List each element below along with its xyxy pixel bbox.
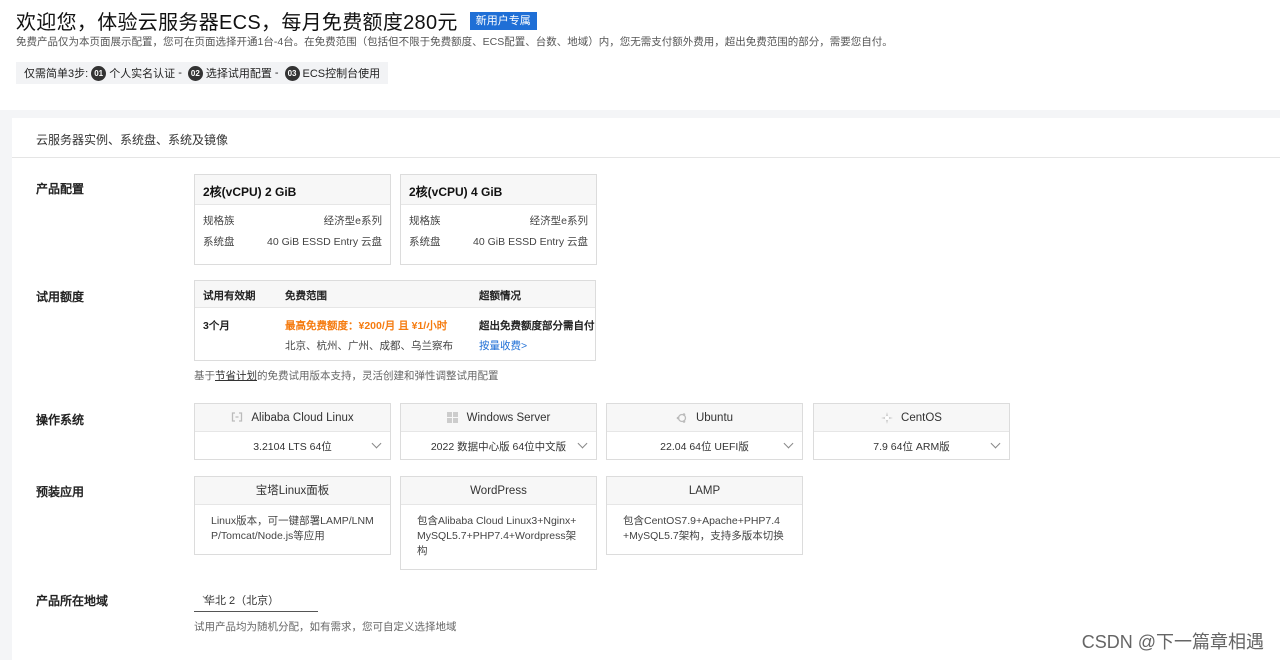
- column-header-overage: 超额情况: [479, 290, 521, 302]
- savings-plan-link[interactable]: 节省计划: [215, 370, 257, 382]
- app-description: 包含Alibaba Cloud Linux3+Nginx+MySQL5.7+PH…: [417, 515, 577, 557]
- new-user-badge: 新用户专属: [469, 11, 537, 30]
- os-name: Alibaba Cloud Linux: [251, 411, 354, 424]
- config-card[interactable]: 2核(vCPU) 2 GiB 规格族 经济型e系列 系统盘 40 GiB ESS…: [194, 174, 391, 265]
- os-version-select[interactable]: 7.9 64位 ARM版: [814, 432, 1009, 460]
- chevron-down-icon: [371, 438, 382, 449]
- spec-value: 经济型e系列: [529, 215, 588, 227]
- app-name: 宝塔Linux面板: [195, 477, 390, 505]
- spec-key: 规格族: [409, 215, 441, 227]
- disk-value: 40 GiB ESSD Entry 云盘: [473, 236, 588, 248]
- step-text: ECS控制台使用: [302, 68, 381, 80]
- windows-icon: [447, 411, 459, 424]
- os-option-windows-server[interactable]: Windows Server 2022 数据中心版 64位中文版: [400, 403, 597, 460]
- title-row: 欢迎您，体验云服务器ECS，每月免费额度280元 新用户专属: [16, 6, 537, 35]
- chevron-down-icon: [783, 438, 794, 449]
- quota-note-prefix: 基于: [194, 370, 215, 382]
- app-description: Linux版本，可一键部署LAMP/LNMP/Tomcat/Node.js等应用: [211, 515, 374, 542]
- step-number-badge: 01: [91, 65, 107, 81]
- app-option-lamp[interactable]: LAMP 包含CentOS7.9+Apache+PHP7.4+MySQL5.7架…: [606, 476, 803, 555]
- chevron-down-icon: [990, 438, 1001, 449]
- quota-label: 试用额度: [36, 290, 85, 304]
- step-separator: -: [274, 67, 279, 79]
- column-header-scope: 免费范围: [285, 290, 327, 302]
- disk-key: 系统盘: [203, 236, 235, 248]
- disk-row: 系统盘 40 GiB ESSD Entry 云盘: [195, 232, 390, 253]
- apps-label: 预装应用: [36, 485, 85, 499]
- os-option-ubuntu[interactable]: Ubuntu 22.04 64位 UEFI版: [606, 403, 803, 460]
- free-regions: 北京、杭州、广州、成都、乌兰察布: [285, 340, 453, 352]
- quota-table-header: 试用有效期 免费范围 超额情况: [195, 281, 595, 308]
- centos-icon: [881, 411, 894, 424]
- quota-note-suffix: 的免费试用版本支持，灵活创建和弹性调整试用配置: [257, 370, 499, 382]
- os-version-select[interactable]: 3.2104 LTS 64位: [195, 432, 390, 460]
- os-version: 22.04 64位 UEFI版: [660, 440, 749, 453]
- spec-row: 规格族 经济型e系列: [195, 211, 390, 232]
- app-description: 包含CentOS7.9+Apache+PHP7.4+MySQL5.7架构，支持多…: [623, 515, 784, 542]
- config-card-title: 2核(vCPU) 2 GiB: [195, 175, 390, 205]
- free-description: 免费产品仅为本页面展示配置，您可在页面选择开通1台-4台。在免费范围（包括但不限…: [16, 36, 893, 48]
- disk-row: 系统盘 40 GiB ESSD Entry 云盘: [401, 232, 596, 253]
- os-version: 2022 数据中心版 64位中文版: [430, 440, 567, 453]
- spec-value: 经济型e系列: [323, 215, 382, 227]
- app-name: WordPress: [401, 477, 596, 505]
- step-number-badge: 03: [284, 65, 300, 81]
- os-option-alibaba-cloud-linux[interactable]: Alibaba Cloud Linux 3.2104 LTS 64位: [194, 403, 391, 460]
- csdn-watermark: CSDN @下一篇章相遇: [1081, 632, 1264, 652]
- alibaba-cloud-icon: [231, 411, 243, 424]
- step-text: 个人实名认证: [109, 68, 176, 80]
- step-number-badge: 02: [187, 65, 203, 81]
- overage-text: 超出免费额度部分需自付: [479, 320, 595, 332]
- steps-bar: 仅需简单3步: 01 个人实名认证 - 02 选择试用配置 - 03 ECS控制…: [16, 62, 389, 84]
- region-value: 华北 2（北京）: [204, 595, 280, 607]
- quota-note: 基于节省计划的免费试用版本支持，灵活创建和弹性调整试用配置: [194, 368, 499, 383]
- os-version-select[interactable]: 22.04 64位 UEFI版: [607, 432, 802, 460]
- os-name: CentOS: [901, 411, 942, 424]
- disk-key: 系统盘: [409, 236, 441, 248]
- region-note: 试用产品均为随机分配，如有需求，您可自定义选择地域: [194, 621, 457, 633]
- spec-key: 规格族: [203, 215, 235, 227]
- pay-as-you-go-link[interactable]: 按量收费>: [479, 338, 527, 353]
- os-option-header[interactable]: Windows Server: [401, 404, 596, 432]
- config-card-title: 2核(vCPU) 4 GiB: [401, 175, 596, 205]
- page-header: 欢迎您，体验云服务器ECS，每月免费额度280元 新用户专属 免费产品仅为本页面…: [0, 0, 1280, 110]
- config-panel: 云服务器实例、系统盘、系统及镜像 产品配置 2核(vCPU) 2 GiB 规格族…: [12, 118, 1280, 660]
- os-name: Ubuntu: [695, 411, 734, 424]
- region-select[interactable]: 华北 2（北京）: [194, 588, 318, 612]
- os-version: 7.9 64位 ARM版: [873, 440, 950, 453]
- config-card[interactable]: 2核(vCPU) 4 GiB 规格族 经济型e系列 系统盘 40 GiB ESS…: [400, 174, 597, 265]
- region-label: 产品所在地域: [36, 594, 109, 608]
- app-option-wordpress[interactable]: WordPress 包含Alibaba Cloud Linux3+Nginx+M…: [400, 476, 597, 570]
- step-text: 选择试用配置: [205, 68, 272, 80]
- app-name: LAMP: [607, 477, 802, 505]
- os-option-header[interactable]: Ubuntu: [607, 404, 802, 432]
- os-option-header[interactable]: Alibaba Cloud Linux: [195, 404, 390, 432]
- os-label: 操作系统: [36, 413, 85, 427]
- os-name: Windows Server: [466, 411, 551, 424]
- config-label: 产品配置: [36, 182, 85, 196]
- os-option-header[interactable]: CentOS: [814, 404, 1009, 432]
- page-title: 欢迎您，体验云服务器ECS，每月免费额度280元: [16, 12, 458, 34]
- trial-period: 3个月: [203, 320, 230, 332]
- step-separator: -: [178, 67, 182, 79]
- steps-label: 仅需简单3步:: [24, 68, 89, 80]
- os-version-select[interactable]: 2022 数据中心版 64位中文版: [401, 432, 596, 460]
- panel-header: 云服务器实例、系统盘、系统及镜像: [12, 118, 1280, 158]
- quota-table-row: 3个月 最高免费额度：¥200/月 且 ¥1/小时 北京、杭州、广州、成都、乌兰…: [195, 308, 595, 360]
- os-option-centos[interactable]: CentOS 7.9 64位 ARM版: [813, 403, 1010, 460]
- column-header-period: 试用有效期: [203, 290, 256, 302]
- os-version: 3.2104 LTS 64位: [253, 440, 332, 453]
- panel-heading: 云服务器实例、系统盘、系统及镜像: [36, 133, 229, 147]
- disk-value: 40 GiB ESSD Entry 云盘: [267, 236, 382, 248]
- spec-row: 规格族 经济型e系列: [401, 211, 596, 232]
- free-quota-highlight: 最高免费额度：¥200/月 且 ¥1/小时: [285, 320, 448, 332]
- quota-table: 试用有效期 免费范围 超额情况 3个月 最高免费额度：¥200/月 且 ¥1/小…: [194, 280, 596, 361]
- chevron-down-icon: [577, 438, 588, 449]
- app-option-bt-panel[interactable]: 宝塔Linux面板 Linux版本，可一键部署LAMP/LNMP/Tomcat/…: [194, 476, 391, 555]
- ubuntu-icon: [676, 412, 688, 424]
